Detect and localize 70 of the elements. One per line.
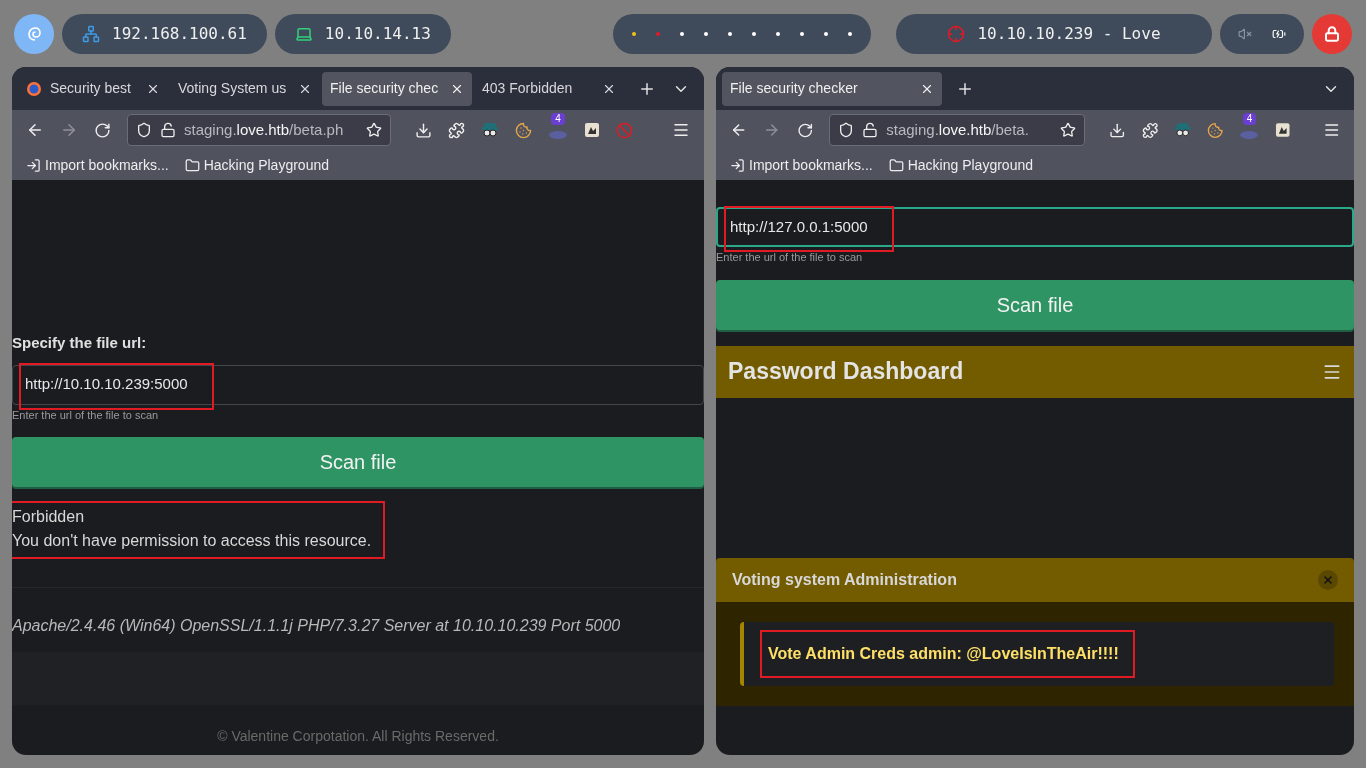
insecure-lock-icon[interactable] — [862, 122, 879, 138]
spy-face-icon[interactable] — [481, 122, 499, 138]
lock-screen-button[interactable] — [1312, 13, 1352, 54]
lock-icon — [1324, 25, 1340, 42]
debian-logo-icon[interactable] — [14, 13, 54, 54]
shield-icon[interactable] — [136, 122, 152, 138]
reload-icon[interactable] — [94, 121, 111, 139]
download-icon[interactable] — [1109, 121, 1126, 139]
menu-icon[interactable] — [672, 121, 690, 139]
tile-icon[interactable] — [584, 122, 600, 138]
extension-badge: 4 — [1242, 113, 1257, 125]
bookmark-star-icon[interactable] — [366, 122, 382, 138]
url-text: staging.love.htb/beta.ph — [184, 119, 345, 140]
field-label: Specify the file url: — [12, 333, 148, 353]
tab-title: 403 Forbidden — [482, 79, 574, 98]
cookie-icon[interactable] — [515, 121, 532, 139]
address-bar[interactable]: staging.love.htb/beta. — [829, 114, 1086, 146]
url-text: staging.love.htb/beta. — [886, 119, 1030, 140]
tab-title: File security checker — [730, 79, 859, 98]
address-bar[interactable]: staging.love.htb/beta.ph — [127, 114, 391, 146]
php-logo-icon — [549, 131, 567, 139]
ip-address: 10.10.14.13 — [324, 22, 431, 45]
back-icon[interactable] — [26, 121, 44, 139]
tab-title: File security chec — [330, 79, 440, 98]
bookmark-item[interactable]: Hacking Playground — [184, 154, 329, 176]
target-name: 10.10.10.239 - Love — [977, 22, 1161, 45]
close-icon — [1322, 573, 1334, 586]
download-icon[interactable] — [415, 121, 432, 139]
reload-icon[interactable] — [796, 121, 814, 139]
cookie-icon[interactable] — [1207, 121, 1224, 139]
muted-speaker-icon[interactable] — [1238, 26, 1252, 41]
import-icon — [26, 157, 41, 173]
browser-tab[interactable]: Security best — [18, 71, 168, 106]
folder-icon — [184, 157, 200, 173]
browser-tab[interactable]: 403 Forbidden — [474, 71, 624, 106]
field-hint: Enter the url of the file to scan — [12, 407, 160, 423]
close-button[interactable] — [1318, 569, 1338, 590]
error-message: Forbidden You don't have permission to access this resource. — [12, 505, 372, 553]
server-signature: Apache/2.4.46 (Win64) OpenSSL/1.1.1j PHP/7.3.27 Server at 10.10.10.239 Port 5000 — [12, 616, 622, 636]
browser-tab[interactable]: File security chec — [322, 71, 472, 106]
extension-badge: 4 — [551, 113, 565, 125]
bookmark-item[interactable]: Import bookmarks... — [730, 154, 873, 176]
folder-icon — [888, 157, 904, 173]
bookmark-item[interactable]: Hacking Playground — [888, 154, 1033, 176]
ip-address: 192.168.100.61 — [112, 22, 247, 45]
crosshair-icon — [947, 24, 966, 43]
forward-icon[interactable] — [60, 121, 78, 139]
dashboard-title: Password Dashboard — [728, 357, 964, 387]
php-logo-icon — [1240, 131, 1259, 139]
menu-icon[interactable] — [1322, 121, 1341, 139]
tab-title: Security best — [50, 79, 132, 98]
field-hint: Enter the url of the file to scan — [716, 250, 864, 265]
bookmark-star-icon[interactable] — [1060, 122, 1077, 138]
php-extension-button[interactable]: 4 — [1239, 113, 1260, 139]
network-icon — [82, 24, 100, 43]
tab-title: Voting System us — [178, 79, 288, 98]
credentials-text: Vote Admin Creds admin: @LoveIsInTheAir!!!! — [768, 641, 1119, 666]
browser-tab[interactable]: File security checker — [722, 71, 942, 106]
browser-tab[interactable]: Voting System us — [170, 71, 320, 106]
import-icon — [730, 157, 745, 173]
tile-icon[interactable] — [1275, 122, 1291, 138]
panel-title: Voting system Administration — [732, 569, 957, 590]
extensions-icon[interactable] — [448, 121, 465, 139]
extensions-icon[interactable] — [1141, 121, 1158, 139]
shield-icon[interactable] — [838, 122, 855, 138]
insecure-lock-icon[interactable] — [160, 122, 176, 138]
php-extension-button[interactable]: 4 — [548, 113, 568, 139]
spy-face-icon[interactable] — [1173, 122, 1192, 138]
copyright-footer: © Valentine Corpotation. All Rights Reserved. — [217, 726, 499, 747]
bookmark-item[interactable]: Import bookmarks... — [26, 154, 169, 176]
